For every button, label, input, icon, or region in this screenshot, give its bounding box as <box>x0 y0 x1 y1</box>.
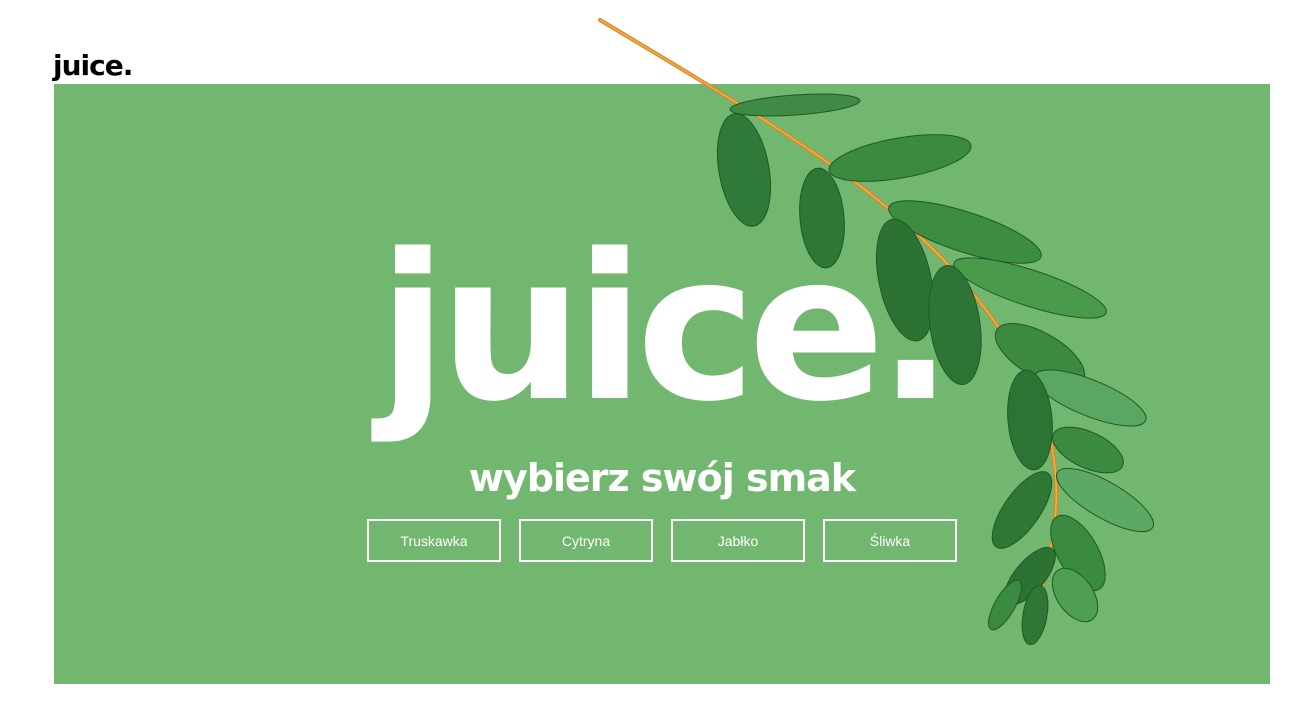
page: juice. juice. wybierz swój smak Truskawk… <box>0 0 1312 716</box>
flavor-button-cytryna[interactable]: Cytryna <box>519 519 653 562</box>
flavor-button-truskawka[interactable]: Truskawka <box>367 519 501 562</box>
hero-subtitle: wybierz swój smak <box>468 456 856 500</box>
hero-title: juice. <box>378 210 954 446</box>
site-logo[interactable]: juice. <box>53 46 133 86</box>
flavor-button-jablko[interactable]: Jabłko <box>671 519 805 562</box>
flavor-button-sliwka[interactable]: Śliwka <box>823 519 957 562</box>
flavor-button-group: Truskawka Cytryna Jabłko Śliwka <box>367 519 957 562</box>
